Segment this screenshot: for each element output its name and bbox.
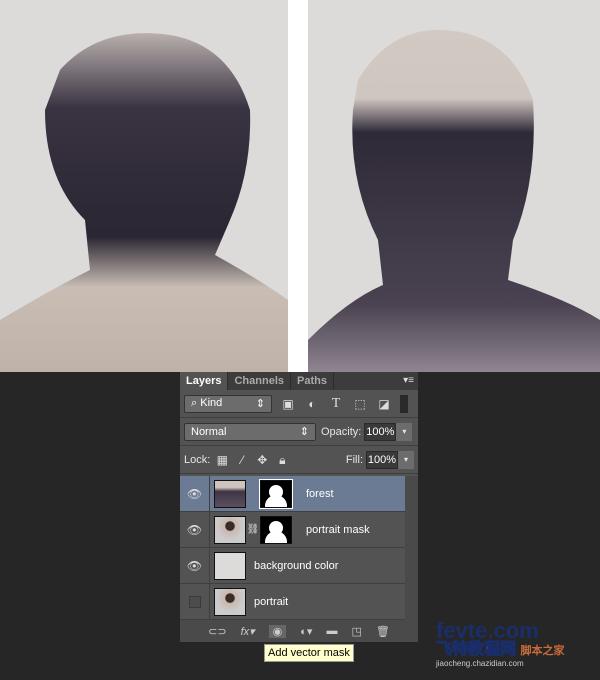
filter-kind-label: Kind [200,397,223,409]
fill-label: Fill: [345,453,363,466]
lock-label: Lock: [184,453,211,466]
panel-bottom-toolbar: ⊂⊃ fx▾ ◉ ◐▾ ▬ ◳ 🗑︎ [180,620,418,642]
fill-dropdown[interactable]: ▾ [398,450,414,469]
layer-row-portrait-mask[interactable]: 👁︎ ⛓ portrait mask [180,511,405,548]
search-icon: ⌕ [191,397,198,409]
lock-all-icon[interactable]: 🔒︎ [274,452,290,468]
new-layer-icon[interactable]: ◳ [351,625,361,638]
tab-layers[interactable]: Layers [180,372,229,390]
tab-channels[interactable]: Channels [228,372,291,390]
lock-row: Lock: ▦ ⁄ ✥ 🔒︎ Fill: 100% ▾ [180,446,418,474]
layer-name: portrait [254,595,289,608]
tab-paths[interactable]: Paths [291,372,334,390]
lock-position-icon[interactable]: ✥ [254,452,270,468]
eye-icon[interactable]: 👁︎ [180,511,210,548]
type-filter-icon[interactable]: T [328,396,344,412]
double-exposure-image-right [308,0,600,372]
layer-thumbnail [214,479,246,508]
add-mask-icon[interactable]: ◉ [268,624,287,638]
watermark-line3: 脚本之家 [520,645,565,657]
smart-object-filter-icon[interactable]: ◪ [376,396,392,412]
lock-pixels-brush-icon[interactable]: ⁄ [234,452,250,468]
eye-icon[interactable]: 👁︎ [180,547,210,584]
layer-thumbnail [214,515,246,544]
link-icon[interactable]: ⛓ [246,524,260,535]
divider [288,0,308,372]
watermark-logo: fevte.com 飞特教程网 脚本之家 jiaocheng.chazidian… [435,618,565,669]
layer-mask-thumbnail[interactable] [260,515,292,544]
layer-thumbnail [214,587,246,616]
lock-transparent-icon[interactable]: ▦ [214,452,230,468]
adjustment-filter-icon[interactable]: ◐ [304,396,320,412]
opacity-input[interactable]: 100% [364,422,397,441]
filter-kind-select[interactable]: ⌕ Kind ⇕ [184,394,272,413]
watermark-line1: fevte.com [436,618,539,643]
layer-name: background color [254,559,339,572]
filter-row: ⌕ Kind ⇕ ▣ ◐ T ⬚ ◪ [180,390,418,418]
layer-mask-thumbnail[interactable] [259,478,293,509]
double-exposure-image-left [0,0,288,372]
blend-row: Normal ⇕ Opacity: 100% ▾ [180,418,418,446]
shape-filter-icon[interactable]: ⬚ [352,396,368,412]
eye-icon[interactable]: 👁︎ [180,475,210,512]
layer-name: portrait mask [306,523,370,536]
layer-name: forest [306,487,334,500]
blend-mode-value: Normal [191,425,227,438]
fill-input[interactable]: 100% [366,450,398,469]
layers-panel: Layers Channels Paths ▾≡ ⌕ Kind ⇕ ▣ ◐ T ⬚… [180,372,418,642]
layer-row-background-color[interactable]: 👁︎ background color [180,547,405,584]
panel-menu-icon[interactable]: ▾≡ [403,375,414,386]
layer-row-forest[interactable]: 👁︎ forest [180,475,405,512]
link-layers-icon[interactable]: ⊂⊃ [208,625,226,638]
trash-icon[interactable]: 🗑︎ [376,625,390,638]
panel-tabs: Layers Channels Paths ▾≡ [180,372,418,390]
layer-row-portrait[interactable]: portrait [180,583,405,620]
group-folder-icon[interactable]: ▬ [326,625,337,637]
image-filter-icon[interactable]: ▣ [280,396,296,412]
adjustment-layer-icon[interactable]: ◐▾ [300,625,312,638]
opacity-dropdown[interactable]: ▾ [396,422,413,441]
fx-icon[interactable]: fx▾ [241,625,255,638]
layers-scrollbar[interactable] [405,476,418,620]
blend-mode-select[interactable]: Normal ⇕ [184,422,316,441]
watermark-line4: jiaocheng.chazidian.com [436,659,524,668]
layer-thumbnail [214,551,246,580]
filter-toggle[interactable] [400,394,408,413]
watermark-line2: 飞特教程网 [435,641,517,658]
tooltip: Add vector mask [264,644,354,662]
opacity-label: Opacity: [321,425,362,438]
visibility-checkbox[interactable] [180,583,210,620]
